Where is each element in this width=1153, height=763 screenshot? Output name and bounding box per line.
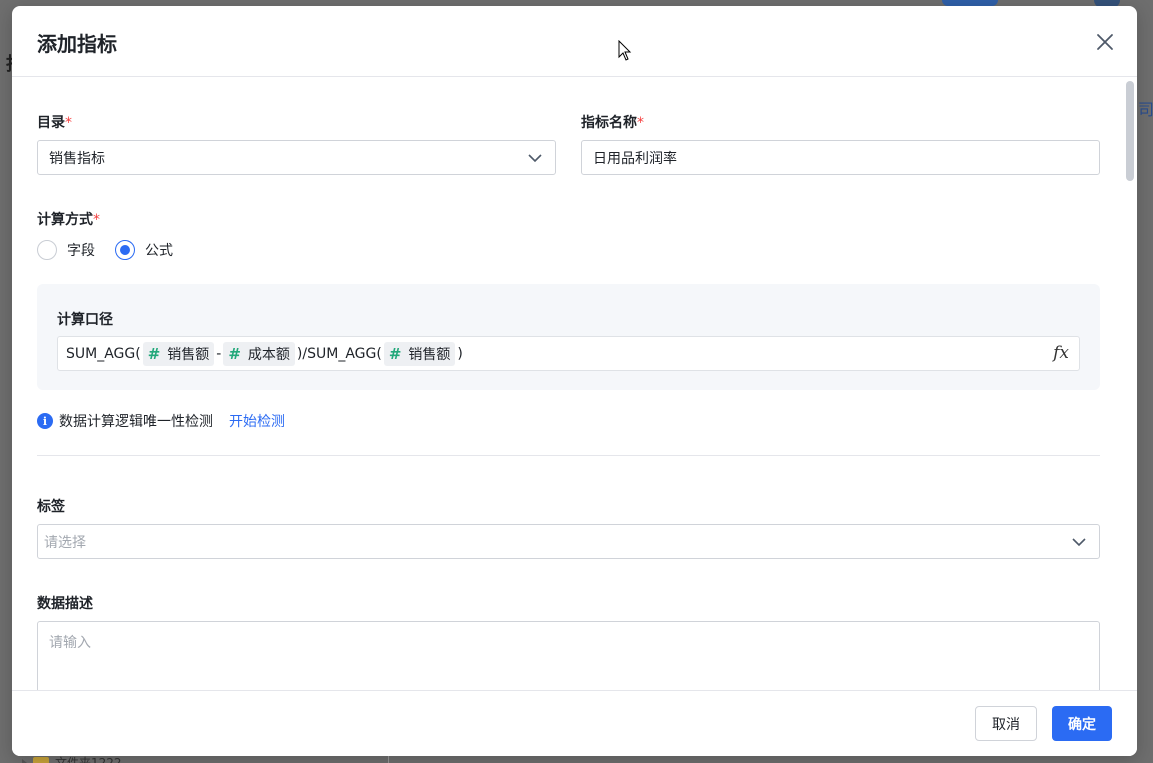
tags-label: 标签 bbox=[37, 499, 65, 515]
uniqueness-check-row: i 数据计算逻辑唯一性检测 开始检测 bbox=[37, 411, 285, 431]
background-icon: 司 bbox=[1138, 100, 1153, 119]
start-check-link[interactable]: 开始检测 bbox=[229, 411, 285, 431]
tags-select[interactable]: 请选择 bbox=[37, 524, 1100, 559]
dialog-body: 目录* 销售指标 指标名称* 日用品利润率 计算方式* 字段 公式 计算口径 S… bbox=[12, 77, 1137, 690]
add-metric-dialog: 添加指标 目录* 销售指标 指标名称* 日用品利润率 计算方式* 字段 公式 计… bbox=[12, 6, 1137, 756]
description-textarea[interactable]: 请输入 bbox=[37, 621, 1100, 690]
catalog-label: 目录* bbox=[37, 115, 72, 131]
calc-method-label: 计算方式* bbox=[37, 212, 100, 228]
close-icon[interactable] bbox=[1095, 32, 1115, 52]
radio-circle-checked bbox=[115, 240, 135, 260]
folder-icon bbox=[33, 757, 49, 763]
formula-panel: 计算口径 SUM_AGG( # 销售额 - # 成本额 )/SUM_AGG( # 销售… bbox=[37, 284, 1100, 390]
number-field-icon: # bbox=[388, 344, 402, 363]
catalog-value: 销售指标 bbox=[49, 150, 105, 167]
dialog-footer: 取消 确定 bbox=[12, 690, 1137, 756]
chevron-down-icon bbox=[1072, 538, 1086, 547]
number-field-icon: # bbox=[228, 344, 241, 363]
tree-arrow-icon bbox=[22, 758, 27, 763]
dialog-header: 添加指标 bbox=[12, 6, 1137, 77]
background-divider bbox=[388, 756, 389, 763]
formula-label: 计算口径 bbox=[57, 312, 113, 328]
info-icon: i bbox=[37, 413, 53, 429]
description-label: 数据描述 bbox=[37, 596, 93, 612]
metric-name-input[interactable]: 日用品利润率 bbox=[581, 140, 1100, 175]
chevron-down-icon bbox=[528, 154, 542, 163]
metric-name-label: 指标名称* bbox=[581, 115, 644, 131]
catalog-select[interactable]: 销售指标 bbox=[37, 140, 556, 175]
dialog-title: 添加指标 bbox=[37, 32, 117, 56]
radio-circle bbox=[37, 240, 57, 260]
field-chip[interactable]: # 销售额 bbox=[142, 341, 215, 366]
function-icon[interactable]: fx bbox=[1053, 343, 1069, 363]
mouse-cursor-icon bbox=[618, 40, 632, 61]
scrollbar-thumb[interactable] bbox=[1126, 81, 1134, 181]
ok-button[interactable]: 确定 bbox=[1052, 706, 1112, 741]
field-chip[interactable]: # 销售额 bbox=[383, 341, 456, 366]
radio-formula[interactable]: 公式 bbox=[115, 240, 173, 260]
radio-field[interactable]: 字段 bbox=[37, 240, 95, 260]
scrollbar[interactable] bbox=[1123, 77, 1137, 690]
calc-method-radio-group: 字段 公式 bbox=[37, 240, 193, 260]
formula-input[interactable]: SUM_AGG( # 销售额 - # 成本额 )/SUM_AGG( # 销售额 ) f… bbox=[57, 336, 1080, 371]
number-field-icon: # bbox=[147, 344, 161, 363]
field-chip[interactable]: # 成本额 bbox=[223, 341, 295, 366]
divider bbox=[37, 455, 1100, 456]
cancel-button[interactable]: 取消 bbox=[975, 706, 1037, 741]
